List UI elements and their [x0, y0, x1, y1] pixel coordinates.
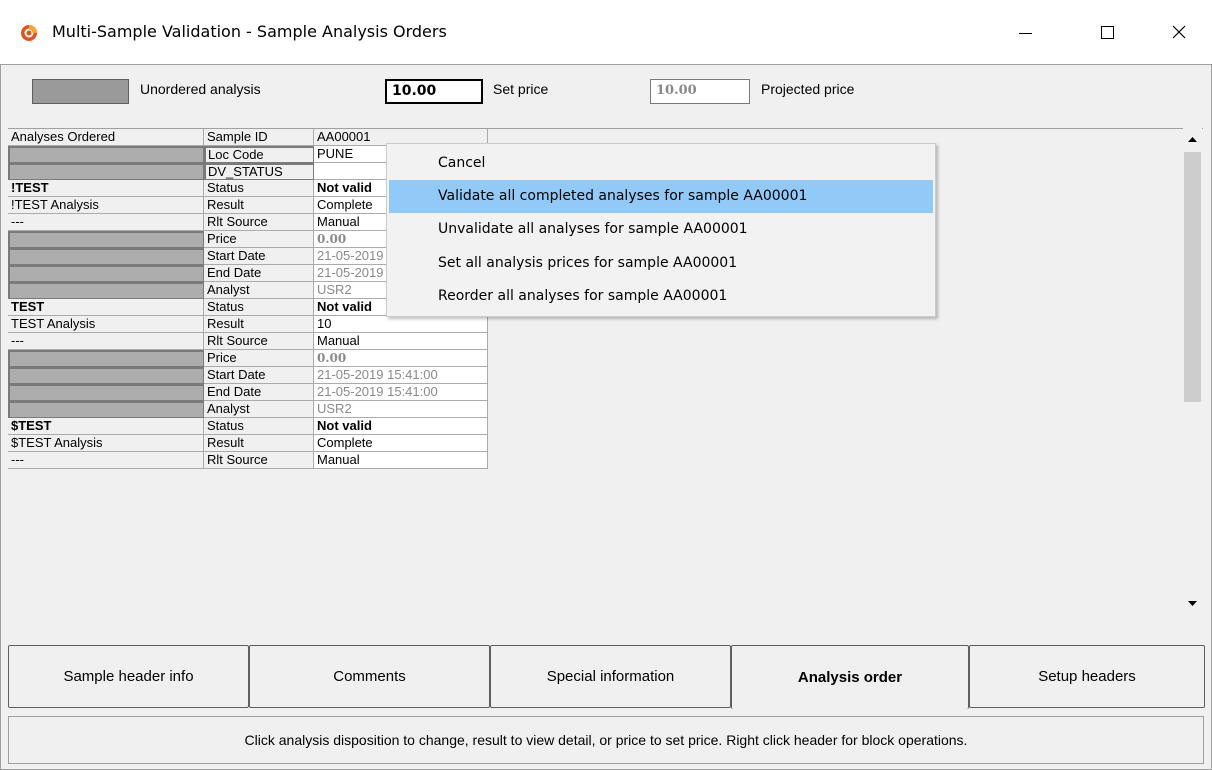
grid-cell-field: Start Date [204, 248, 314, 265]
grid-cell-field: Price [204, 231, 314, 248]
table-row: Price 0.00 [8, 350, 488, 367]
grid-cell-analysis[interactable] [8, 282, 204, 299]
grid-cell-analysis[interactable] [8, 163, 204, 180]
projected-price-field: 10.00 [650, 79, 750, 104]
scroll-down-button[interactable] [1183, 594, 1202, 613]
tab-setup-headers[interactable]: Setup headers [969, 645, 1205, 708]
unordered-analysis-label: Unordered analysis [140, 81, 261, 97]
title-bar: Multi-Sample Validation - Sample Analysi… [0, 0, 1212, 64]
grid-cell-value[interactable]: USR2 [314, 401, 488, 418]
arrow-up-icon [1188, 137, 1197, 142]
close-button[interactable] [1150, 0, 1208, 64]
grid-cell-field: Rlt Source [204, 214, 314, 231]
grid-cell-field: Analyst [204, 401, 314, 418]
table-row: End Date 21-05-2019 15:41:00 [8, 384, 488, 401]
grid-cell-analysis[interactable]: --- [8, 214, 204, 231]
set-price-input[interactable]: 10.00 [385, 79, 483, 104]
grid-cell-analysis[interactable] [8, 384, 204, 401]
grid-cell-analysis[interactable]: $TEST Analysis [8, 435, 204, 452]
tab-analysis-order[interactable]: Analysis order [731, 645, 969, 709]
table-row: $TEST Analysis Result Complete [8, 435, 488, 452]
grid-cell-analysis[interactable]: --- [8, 452, 204, 469]
grid-cell-field: End Date [204, 265, 314, 282]
set-price-label: Set price [493, 81, 549, 97]
app-logo-icon [21, 25, 37, 41]
grid-cell-value[interactable]: Complete [314, 435, 488, 452]
grid-cell-value[interactable]: 21-05-2019 15:41:00 [314, 367, 488, 384]
grid-cell-value[interactable]: 10 [314, 316, 488, 333]
maximize-icon [1100, 25, 1114, 39]
grid-cell-field: Sample ID [204, 129, 314, 146]
grid-cell-analysis[interactable]: $TEST [8, 418, 204, 435]
maximize-button[interactable] [1078, 0, 1136, 64]
grid-cell-analysis[interactable]: Analyses Ordered [8, 129, 204, 146]
grid-cell-field: Result [204, 316, 314, 333]
context-menu: Cancel Validate all completed analyses f… [386, 143, 936, 317]
table-row: $TEST Status Not valid [8, 418, 488, 435]
scroll-thumb[interactable] [1184, 152, 1201, 402]
menu-item-set-prices[interactable]: Set all analysis prices for sample AA000… [389, 247, 933, 280]
grid-cell-field: End Date [204, 384, 314, 401]
grid-cell-analysis[interactable] [8, 350, 204, 367]
table-row: --- Rlt Source Manual [8, 333, 488, 350]
grid-cell-field: DV_STATUS [204, 163, 314, 180]
grid-cell-analysis[interactable]: !TEST [8, 180, 204, 197]
tab-special-information[interactable]: Special information [490, 645, 731, 708]
grid-cell-analysis[interactable] [8, 231, 204, 248]
grid-cell-field: Loc Code [204, 146, 314, 163]
grid-cell-field: Status [204, 299, 314, 316]
scroll-up-button[interactable] [1183, 130, 1202, 149]
grid-cell-field: Rlt Source [204, 333, 314, 350]
grid-cell-analysis[interactable] [8, 248, 204, 265]
tab-sample-header-info[interactable]: Sample header info [8, 645, 249, 708]
grid-cell-value[interactable]: Not valid [314, 418, 488, 435]
grid-cell-field: Price [204, 350, 314, 367]
grid-cell-analysis[interactable] [8, 367, 204, 384]
projected-price-label: Projected price [761, 81, 855, 97]
minimize-icon [1018, 32, 1032, 34]
grid-cell-field: Result [204, 197, 314, 214]
grid-cell-analysis[interactable] [8, 146, 204, 163]
grid-cell-field: Status [204, 418, 314, 435]
grid-cell-analysis[interactable]: TEST Analysis [8, 316, 204, 333]
table-row: TEST Analysis Result 10 [8, 316, 488, 333]
grid-cell-analysis[interactable]: --- [8, 333, 204, 350]
menu-item-reorder-all[interactable]: Reorder all analyses for sample AA00001 [389, 280, 933, 313]
grid-cell-field: Rlt Source [204, 452, 314, 469]
grid-cell-analysis[interactable] [8, 401, 204, 418]
window-title: Multi-Sample Validation - Sample Analysi… [52, 22, 447, 41]
table-row: Start Date 21-05-2019 15:41:00 [8, 367, 488, 384]
tab-bar: Sample header info Comments Special info… [8, 645, 1205, 709]
grid-cell-analysis[interactable]: !TEST Analysis [8, 197, 204, 214]
grid-cell-value[interactable]: 21-05-2019 15:41:00 [314, 384, 488, 401]
grid-cell-field: Analyst [204, 282, 314, 299]
vertical-scrollbar[interactable] [1183, 128, 1202, 618]
arrow-down-icon [1188, 601, 1197, 606]
unordered-analysis-swatch [32, 79, 129, 104]
grid-cell-value[interactable]: 0.00 [314, 350, 488, 367]
tab-comments[interactable]: Comments [249, 645, 490, 708]
grid-cell-field: Start Date [204, 367, 314, 384]
menu-item-validate-all[interactable]: Validate all completed analyses for samp… [389, 180, 933, 213]
grid-cell-analysis[interactable] [8, 265, 204, 282]
menu-item-unvalidate-all[interactable]: Unvalidate all analyses for sample AA000… [389, 213, 933, 246]
status-bar: Click analysis disposition to change, re… [8, 716, 1204, 764]
grid-cell-value[interactable]: Manual [314, 452, 488, 469]
grid-cell-analysis[interactable]: TEST [8, 299, 204, 316]
grid-cell-field: Result [204, 435, 314, 452]
menu-item-cancel[interactable]: Cancel [389, 147, 933, 180]
minimize-button[interactable] [996, 0, 1054, 64]
grid-cell-value[interactable]: Manual [314, 333, 488, 350]
table-row: --- Rlt Source Manual [8, 452, 488, 469]
table-row: Analyst USR2 [8, 401, 488, 418]
close-icon [1172, 25, 1186, 39]
grid-cell-field: Status [204, 180, 314, 197]
